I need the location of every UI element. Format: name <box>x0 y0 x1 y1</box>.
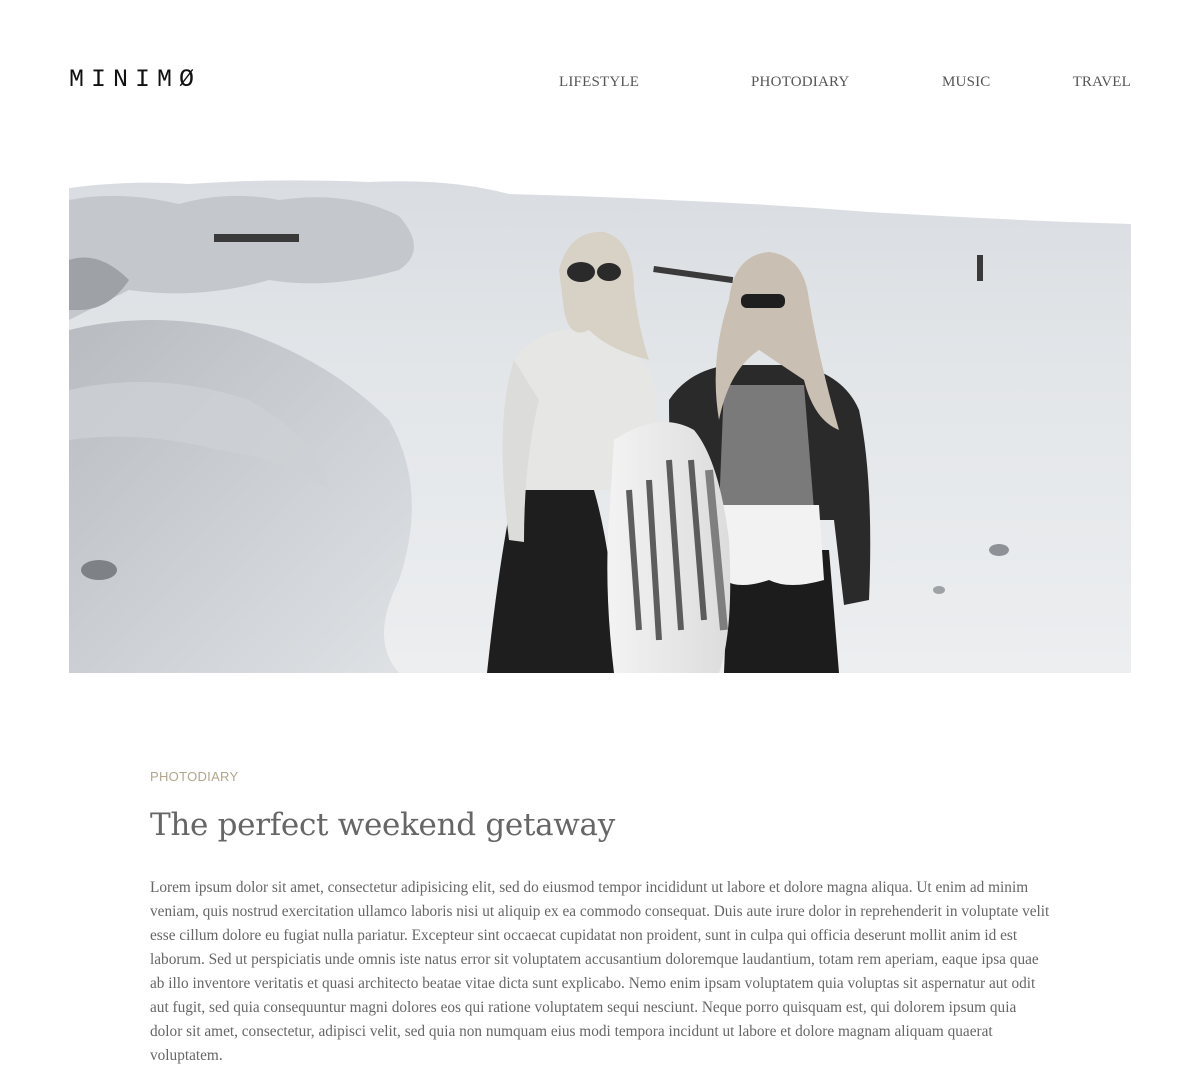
article-category[interactable]: PHOTODIARY <box>150 765 1050 789</box>
hero-photo <box>69 160 1131 673</box>
nav-item-travel[interactable]: TRAVEL <box>1073 72 1131 92</box>
article-title: The perfect weekend getaway <box>150 807 615 843</box>
article: PHOTODIARY The perfect weekend getaway L… <box>150 765 1050 1068</box>
main-nav: LIFESTYLE PHOTODIARY MUSIC TRAVEL <box>0 72 1200 92</box>
site-header: MINIMØ LIFESTYLE PHOTODIARY MUSIC TRAVEL <box>0 0 1200 150</box>
article-body: Lorem ipsum dolor sit amet, consectetur … <box>150 879 1050 1064</box>
nav-item-music[interactable]: MUSIC <box>942 72 991 92</box>
hero-image <box>69 160 1131 673</box>
nav-item-photodiary[interactable]: PHOTODIARY <box>751 72 849 92</box>
nav-item-lifestyle[interactable]: LIFESTYLE <box>559 72 639 92</box>
